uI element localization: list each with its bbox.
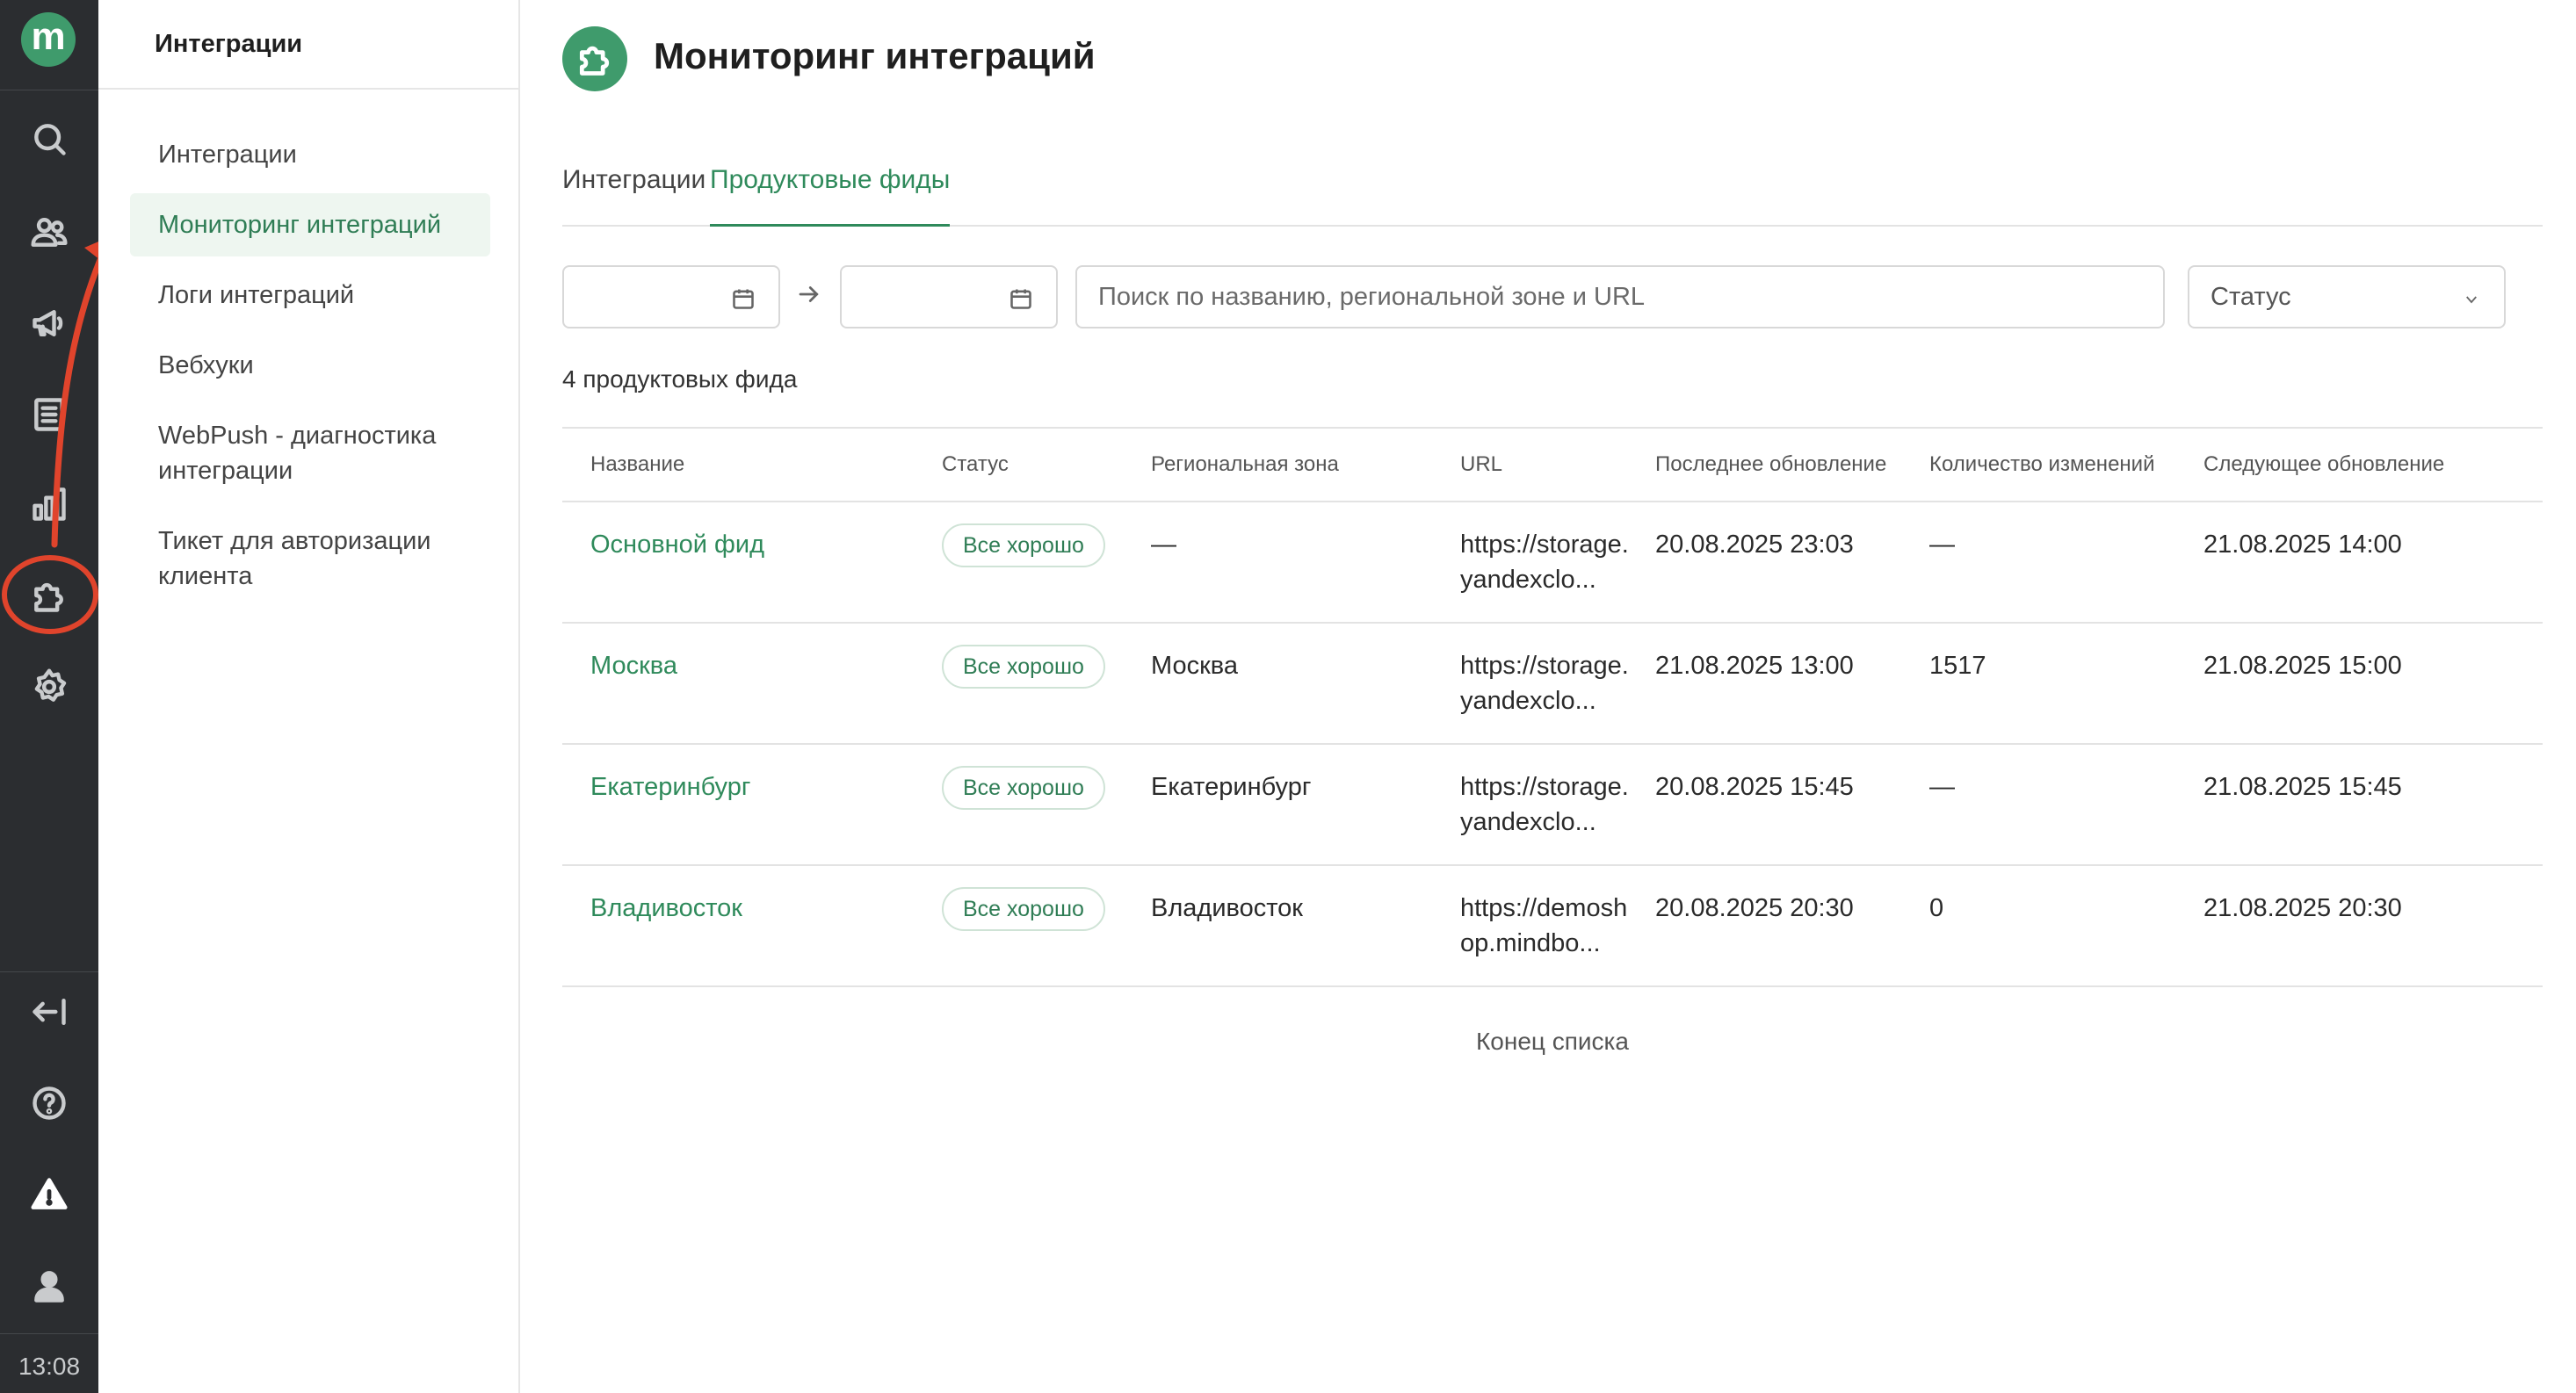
status-badge: Все хорошо	[942, 766, 1105, 810]
search-input[interactable]	[1075, 265, 2165, 328]
status-select[interactable]: Статус	[2188, 265, 2506, 328]
status-select-label: Статус	[2211, 282, 2291, 311]
status-badge: Все хорошо	[942, 645, 1105, 689]
changes-cell: —	[1929, 502, 2203, 624]
feed-name-link[interactable]: Основной фид	[590, 530, 764, 559]
user-icon[interactable]	[28, 1265, 70, 1307]
end-of-list: Конец списка	[1476, 1028, 1629, 1055]
sidebar-item-webpush[interactable]: WebPush - диагностика интеграции	[130, 418, 464, 488]
status-badge: Все хорошо	[942, 523, 1105, 567]
zone-cell: —	[1151, 502, 1460, 624]
column-header-name[interactable]: Название	[562, 427, 942, 502]
sidebar-item-webhooks[interactable]: Вебхуки	[130, 348, 490, 383]
puzzle-icon	[562, 26, 627, 91]
changes-cell: —	[1929, 744, 2203, 866]
table-row: Владивосток Все хорошо Владивосток https…	[562, 865, 2543, 987]
sidebar-item-ticket[interactable]: Тикет для авторизации клиента	[130, 523, 464, 594]
column-header-url[interactable]: URL	[1460, 427, 1655, 502]
column-header-zone[interactable]: Региональная зона	[1151, 427, 1460, 502]
feed-name-link[interactable]: Владивосток	[590, 894, 742, 922]
next-update-cell: 21.08.2025 15:00	[2203, 623, 2543, 745]
column-header-status[interactable]: Статус	[942, 427, 1151, 502]
table-row: Екатеринбург Все хорошо Екатеринбург htt…	[562, 744, 2543, 866]
rail-divider	[0, 1333, 98, 1334]
zone-cell: Москва	[1151, 623, 1460, 745]
feed-name-link[interactable]: Москва	[590, 652, 677, 680]
clock-time: 13:08	[18, 1353, 81, 1380]
status-badge: Все хорошо	[942, 887, 1105, 931]
secondary-sidebar: Интеграции Интеграции Мониторинг интегра…	[98, 0, 520, 1393]
last-update-cell: 20.08.2025 20:30	[1655, 865, 1929, 987]
rail-divider	[0, 971, 98, 972]
page-title: Мониторинг интеграций	[654, 35, 1096, 76]
last-update-cell: 21.08.2025 13:00	[1655, 623, 1929, 745]
warning-icon[interactable]	[28, 1173, 70, 1216]
sidebar-item-integrations[interactable]: Интеграции	[130, 137, 490, 172]
tab-product-feeds[interactable]: Продуктовые фиды	[710, 165, 951, 227]
table-header-row: Название Статус Региональная зона URL По…	[562, 427, 2543, 502]
arrow-right-icon	[796, 281, 822, 307]
table-row: Основной фид Все хорошо — https://storag…	[562, 502, 2543, 624]
url-cell: https://storage.yandexclo...	[1460, 652, 1629, 715]
next-update-cell: 21.08.2025 14:00	[2203, 502, 2543, 624]
gear-icon[interactable]	[28, 666, 70, 708]
last-update-cell: 20.08.2025 23:03	[1655, 502, 1929, 624]
changes-cell: 0	[1929, 865, 2203, 987]
zone-cell: Владивосток	[1151, 865, 1460, 987]
table-row: Москва Все хорошо Москва https://storage…	[562, 623, 2543, 745]
sidebar-item-monitoring[interactable]: Мониторинг интеграций	[130, 193, 490, 256]
date-from-input[interactable]	[562, 265, 780, 328]
url-cell: https://storage.yandexclo...	[1460, 530, 1629, 594]
zone-cell: Екатеринбург	[1151, 744, 1460, 866]
chevron-down-icon	[2466, 296, 2477, 304]
url-cell: https://storage.yandexclo...	[1460, 773, 1629, 836]
last-update-cell: 20.08.2025 15:45	[1655, 744, 1929, 866]
next-update-cell: 21.08.2025 20:30	[2203, 865, 2543, 987]
changes-cell: 1517	[1929, 623, 2203, 745]
help-icon[interactable]	[28, 1082, 70, 1124]
url-cell: https://demoshop.mindbo...	[1460, 894, 1628, 957]
tab-bar: Интеграции Продуктовые фиды	[562, 155, 2543, 227]
collapse-icon[interactable]	[28, 991, 70, 1033]
feed-name-link[interactable]: Екатеринбург	[590, 773, 750, 801]
date-to-input[interactable]	[840, 265, 1058, 328]
calendar-icon[interactable]	[1009, 286, 1033, 311]
sidebar-item-logs[interactable]: Логи интеграций	[130, 278, 490, 313]
feeds-table: Название Статус Региональная зона URL По…	[562, 427, 2543, 987]
calendar-icon[interactable]	[731, 286, 756, 311]
tab-integrations[interactable]: Интеграции	[562, 165, 706, 227]
results-count: 4 продуктовых фида	[562, 365, 798, 393]
column-header-next-update[interactable]: Следующее обновление	[2203, 427, 2543, 502]
main-content: Мониторинг интеграций Интеграции Продукт…	[520, 0, 2576, 1393]
column-header-last-update[interactable]: Последнее обновление	[1655, 427, 1929, 502]
sidebar-title: Интеграции	[98, 0, 518, 90]
column-header-changes[interactable]: Количество изменений	[1929, 427, 2203, 502]
next-update-cell: 21.08.2025 15:45	[2203, 744, 2543, 866]
